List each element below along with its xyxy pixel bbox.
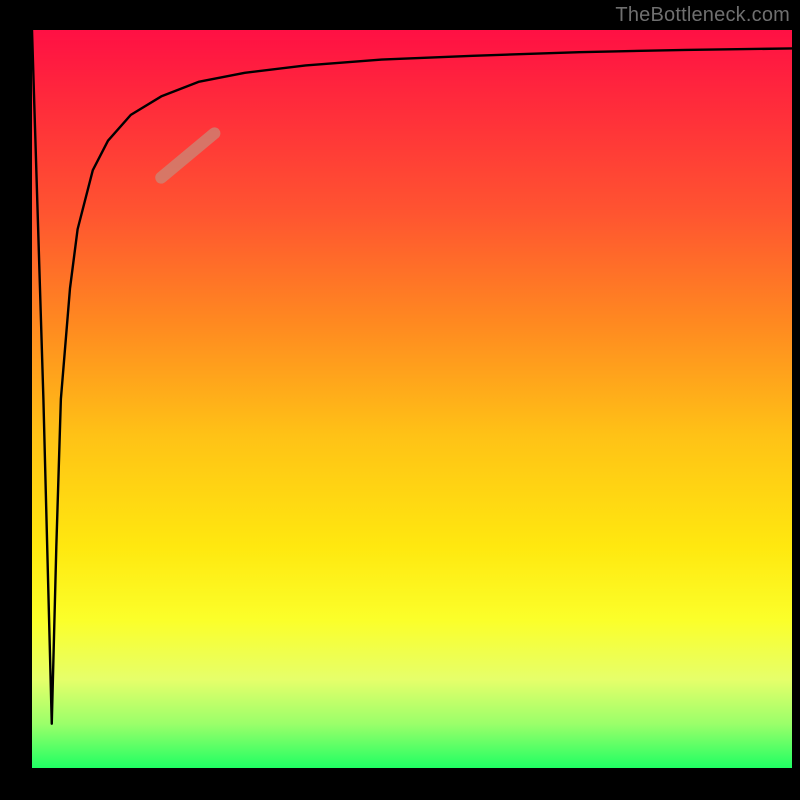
plot-area [32, 30, 792, 768]
curve-marker [161, 133, 214, 177]
watermark-text: TheBottleneck.com [615, 4, 790, 27]
bottleneck-curve [32, 30, 792, 724]
chart-frame: TheBottleneck.com [0, 0, 800, 800]
curve-svg [32, 30, 792, 768]
